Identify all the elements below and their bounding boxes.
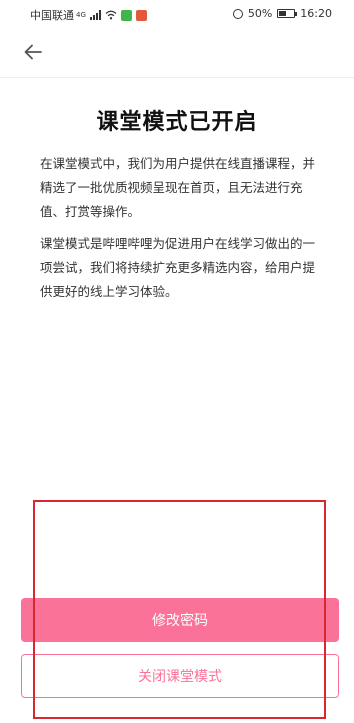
arrow-left-icon xyxy=(24,44,42,60)
top-nav xyxy=(0,26,354,78)
signal-icon xyxy=(89,10,101,20)
description-paragraph-2: 课堂模式是哔哩哔哩为促进用户在线学习做出的一项尝试，我们将持续扩充更多精选内容，… xyxy=(40,236,316,299)
alarm-icon xyxy=(232,8,243,19)
screen: 中国联通 4G 50% 16:20 课堂模式已开启 在课堂模式中，我们为用户提供… xyxy=(0,0,354,723)
battery-fill xyxy=(279,11,287,16)
description-paragraph-1: 在课堂模式中，我们为用户提供在线直播课程，并精选了一批优质视频呈现在首页，且无法… xyxy=(40,156,316,219)
back-button[interactable] xyxy=(18,38,48,66)
status-bar: 中国联通 4G 50% 16:20 xyxy=(0,0,354,26)
status-right: 50% 16:20 xyxy=(232,7,332,20)
page-title: 课堂模式已开启 xyxy=(96,110,258,135)
wifi-icon xyxy=(105,10,117,20)
close-class-mode-button[interactable]: 关闭课堂模式 xyxy=(21,654,339,698)
app-notification-icon xyxy=(120,9,132,21)
app-notification-icon-2 xyxy=(135,9,147,21)
carrier-label: 中国联通 xyxy=(30,9,74,22)
clock: 16:20 xyxy=(300,7,332,20)
network-type-label: 4G xyxy=(76,11,86,19)
battery-percent: 50% xyxy=(247,7,273,20)
change-password-button[interactable]: 修改密码 xyxy=(21,598,339,642)
status-left: 中国联通 4G xyxy=(30,7,147,23)
battery-icon xyxy=(277,9,298,18)
